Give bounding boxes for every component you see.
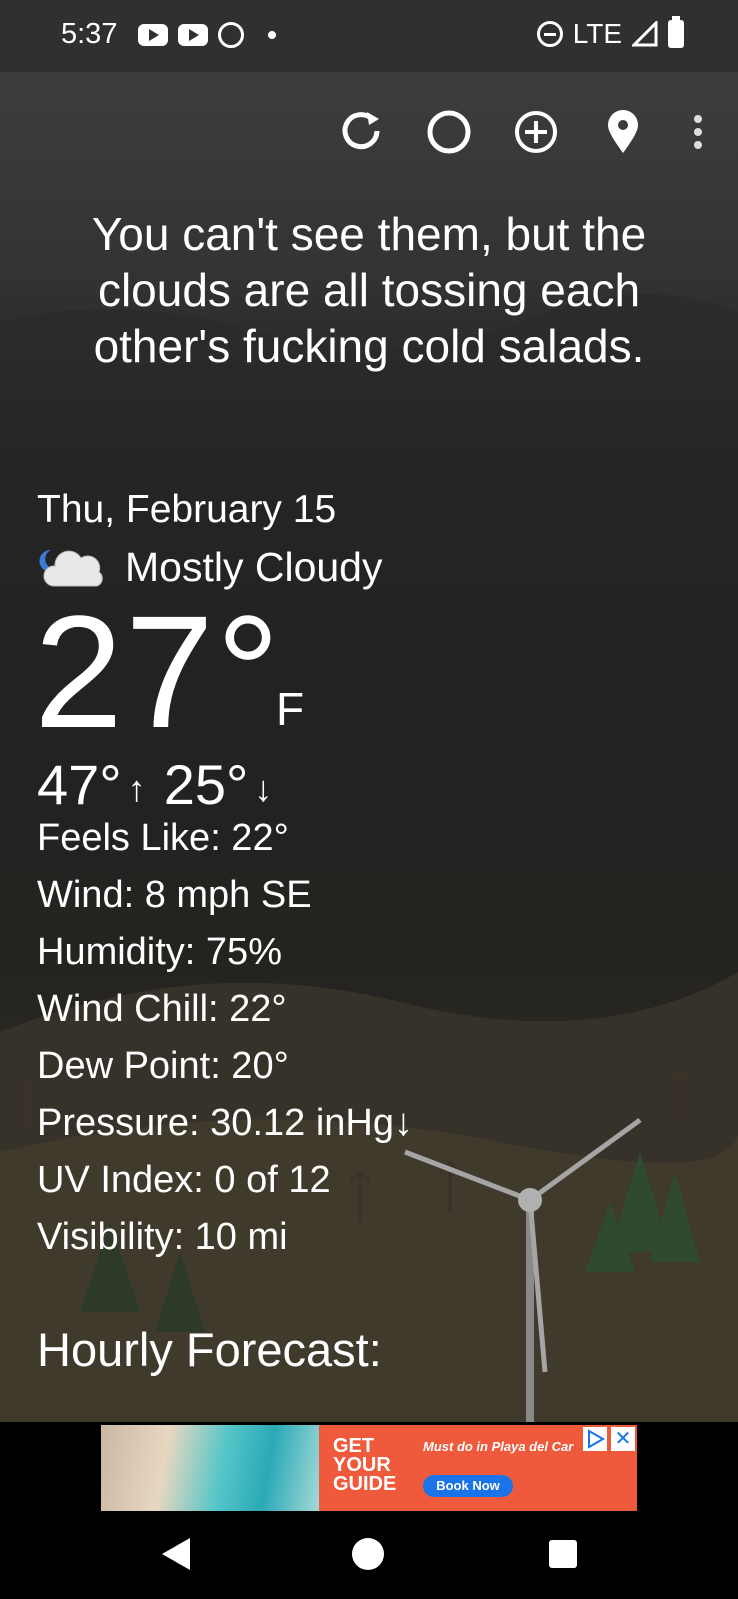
ad-close-button[interactable]: ✕ — [611, 1427, 635, 1451]
feels-like: Feels Like: 22° — [37, 817, 289, 859]
high-temp: 47° — [37, 753, 122, 816]
temperature-unit: F — [276, 683, 305, 735]
beach-image — [101, 1425, 319, 1511]
location-button[interactable] — [593, 102, 653, 162]
youtube-icon — [138, 24, 168, 46]
ad-banner[interactable]: GET YOUR GUIDE Must do in Playa del Car … — [101, 1425, 637, 1511]
moon-phase-button[interactable] — [419, 102, 479, 162]
system-status-icons: LTE — [536, 16, 684, 50]
hourly-forecast-heading: Hourly Forecast: — [37, 1323, 382, 1376]
ad-area: GET YOUR GUIDE Must do in Playa del Car … — [0, 1422, 738, 1512]
toolbar — [0, 102, 738, 162]
do-not-disturb-icon — [536, 21, 563, 47]
weather-quote: You can't see them, but the clouds are a… — [91, 208, 647, 372]
ad-choices-icon[interactable] — [583, 1427, 607, 1451]
alarm-icon — [218, 22, 244, 48]
navigation-bar — [0, 1512, 738, 1599]
play-triangle-icon — [588, 1429, 606, 1449]
notification-icons — [138, 22, 276, 48]
humidity: Humidity: 75% — [37, 931, 282, 973]
low-temp: 25° — [163, 753, 249, 816]
ad-text: Must do in Playa del Car — [423, 1439, 574, 1454]
moon-phase-icon — [427, 110, 471, 154]
ad-content: GET YOUR GUIDE Must do in Playa del Car … — [319, 1425, 637, 1511]
add-location-button[interactable] — [506, 102, 566, 162]
low-arrow-icon: ↓ — [254, 767, 273, 809]
network-type: LTE — [572, 18, 622, 49]
add-location-icon — [515, 111, 557, 153]
signal-icon — [632, 21, 658, 47]
visibility: Visibility: 10 mi — [37, 1216, 288, 1258]
high-low-temps: 47° ↑ 25° ↓ — [37, 752, 290, 817]
location-pin-icon — [608, 110, 638, 153]
weather-details: Feels Like: 22° Wind: 8 mph SE Humidity:… — [37, 810, 413, 1266]
high-arrow-icon: ↑ — [127, 767, 146, 809]
wind-chill: Wind Chill: 22° — [37, 988, 287, 1030]
youtube-icon — [178, 24, 208, 46]
recents-button[interactable] — [549, 1540, 577, 1568]
status-bar: 5:37 LTE — [0, 0, 738, 72]
ad-brand-logo: GET YOUR GUIDE — [333, 1435, 397, 1495]
status-time: 5:37 — [61, 18, 118, 50]
refresh-button[interactable] — [332, 102, 392, 162]
more-menu-icon — [694, 115, 702, 149]
refresh-icon — [342, 112, 380, 150]
weather-scene: You can't see them, but the clouds are a… — [0, 72, 738, 1422]
current-temperature: 27° — [34, 582, 282, 761]
more-menu-button[interactable] — [668, 102, 728, 162]
back-button[interactable] — [162, 1538, 190, 1570]
ad-book-now-button[interactable]: Book Now — [423, 1475, 513, 1497]
home-button[interactable] — [352, 1538, 384, 1570]
forecast-date: Thu, February 15 — [37, 488, 337, 531]
pressure: Pressure: 30.12 inHg↓ — [37, 1102, 413, 1144]
more-notifications-dot — [268, 31, 276, 39]
uv-index: UV Index: 0 of 12 — [37, 1159, 331, 1201]
wind: Wind: 8 mph SE — [37, 874, 312, 916]
battery-icon — [668, 16, 684, 48]
dew-point: Dew Point: 20° — [37, 1045, 289, 1087]
